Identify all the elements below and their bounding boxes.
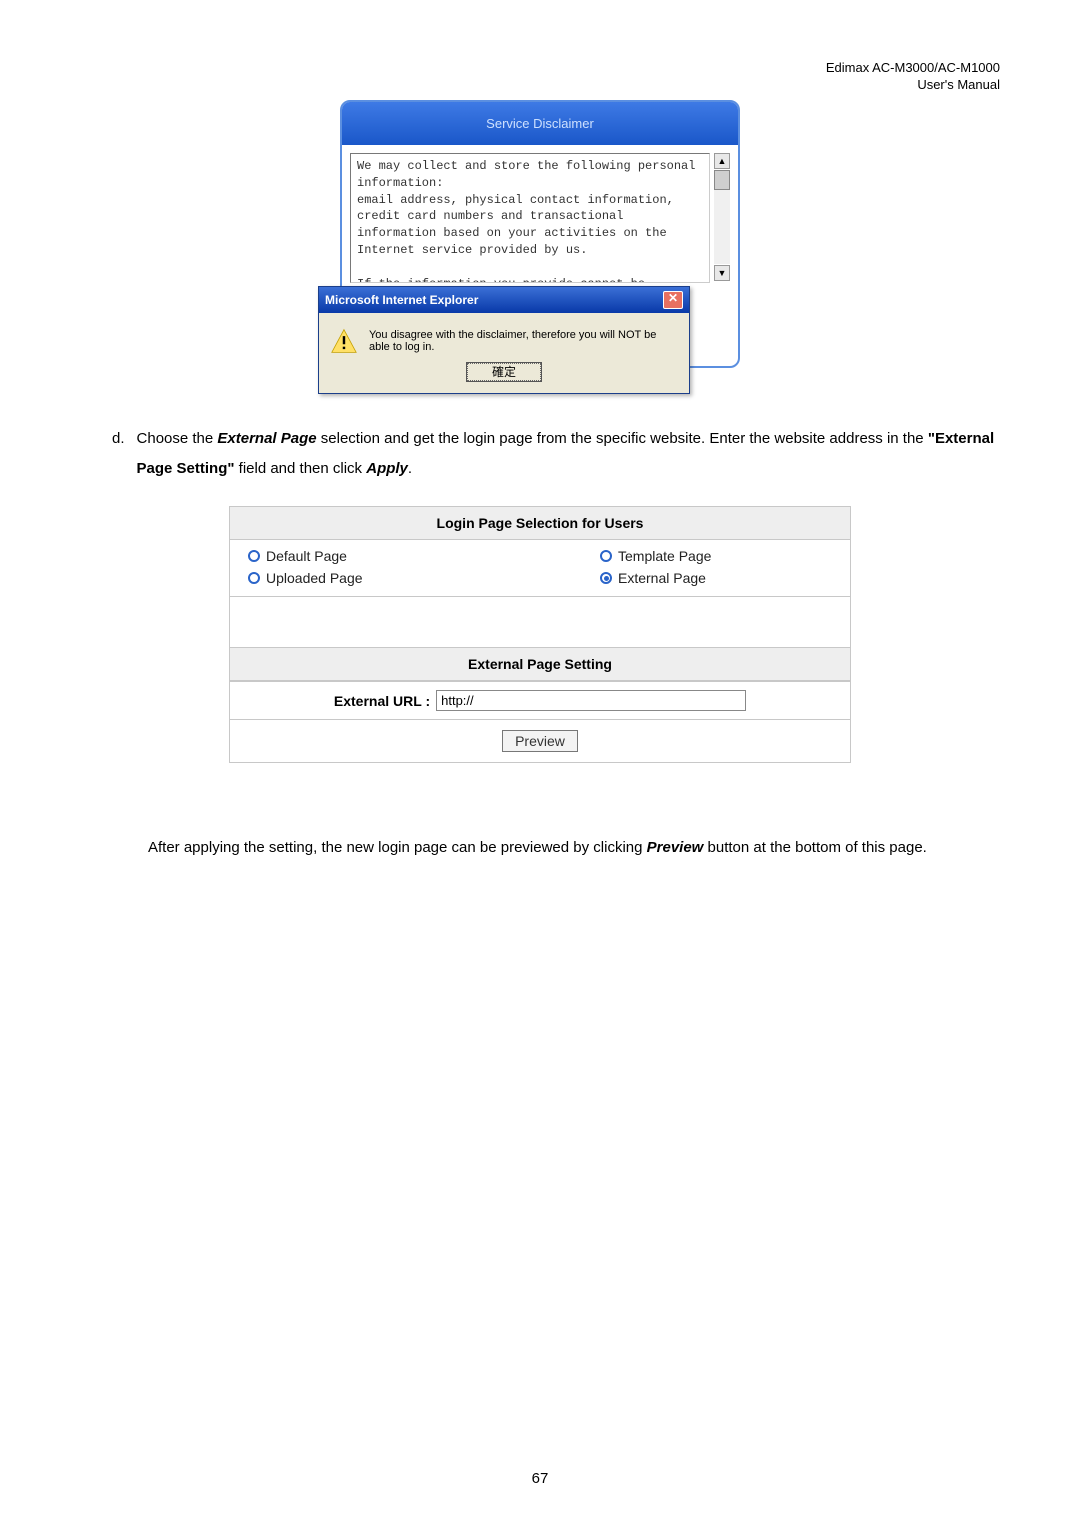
- doc-header-line1: Edimax AC-M3000/AC-M1000: [826, 60, 1000, 77]
- alert-dialog: Microsoft Internet Explorer ✕ You disagr…: [318, 286, 690, 394]
- doc-header: Edimax AC-M3000/AC-M1000 User's Manual: [826, 60, 1000, 94]
- page-number: 67: [0, 1470, 1080, 1487]
- disclaimer-figure: Service Disclaimer We may collect and st…: [340, 100, 740, 368]
- external-url-label: External URL :: [334, 693, 430, 709]
- template-page-radio[interactable]: [600, 550, 612, 562]
- warning-icon: [331, 327, 357, 355]
- external-page-label: External Page: [618, 570, 706, 586]
- uploaded-page-label: Uploaded Page: [266, 570, 363, 586]
- login-selection-header: Login Page Selection for Users: [230, 507, 850, 540]
- external-setting-header: External Page Setting: [230, 647, 850, 681]
- close-icon[interactable]: ✕: [663, 291, 683, 309]
- scroll-down-button[interactable]: ▼: [714, 265, 730, 281]
- default-page-label: Default Page: [266, 548, 347, 564]
- uploaded-page-radio[interactable]: [248, 572, 260, 584]
- scrollbar[interactable]: ▲ ▼: [714, 153, 730, 281]
- doc-header-line2: User's Manual: [826, 77, 1000, 94]
- preview-button[interactable]: Preview: [502, 730, 578, 752]
- scroll-thumb[interactable]: [714, 170, 730, 190]
- template-page-label: Template Page: [618, 548, 711, 564]
- list-bullet: d.: [112, 424, 125, 484]
- scroll-track[interactable]: [714, 170, 730, 264]
- instruction-d: d. Choose the External Page selection an…: [60, 424, 1020, 484]
- default-page-radio[interactable]: [248, 550, 260, 562]
- preview-note: After applying the setting, the new logi…: [60, 833, 1020, 863]
- disclaimer-textarea[interactable]: We may collect and store the following p…: [350, 153, 710, 283]
- instruction-d-text: Choose the External Page selection and g…: [137, 424, 1020, 484]
- external-url-input[interactable]: http://: [436, 690, 746, 711]
- dialog-title: Microsoft Internet Explorer: [325, 293, 478, 307]
- login-selection-panel: Login Page Selection for Users Default P…: [229, 506, 851, 763]
- dialog-ok-button[interactable]: 確定: [467, 363, 541, 381]
- dialog-message: You disagree with the disclaimer, theref…: [369, 329, 677, 353]
- external-page-radio[interactable]: [600, 572, 612, 584]
- service-disclaimer-title: Service Disclaimer: [342, 102, 738, 145]
- scroll-up-button[interactable]: ▲: [714, 153, 730, 169]
